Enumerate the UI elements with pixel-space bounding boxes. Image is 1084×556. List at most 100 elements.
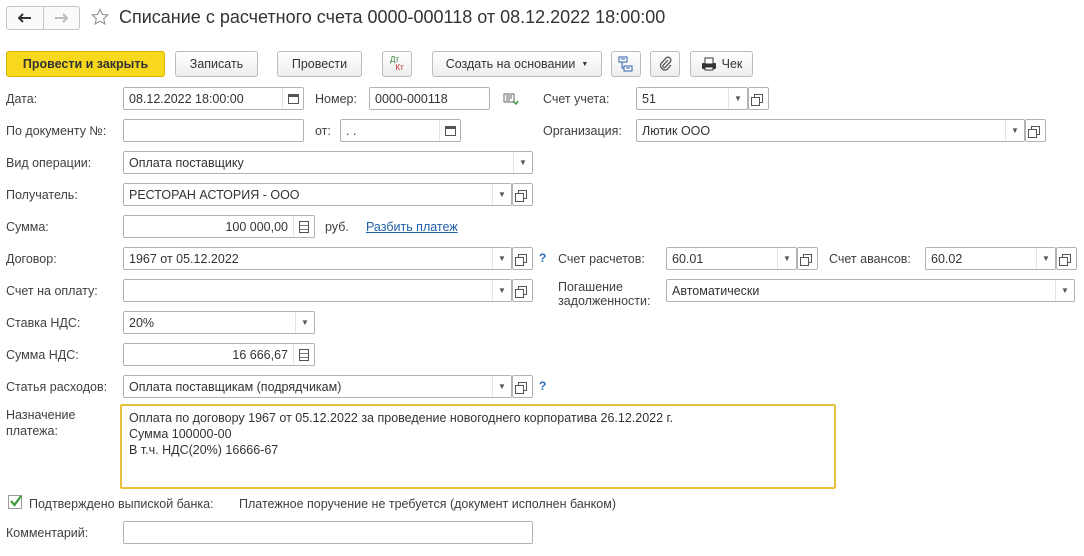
settle-field[interactable]: 60.01 ▼ xyxy=(666,247,797,270)
advance-field[interactable]: 60.02 ▼ xyxy=(925,247,1056,270)
contract-open-button[interactable] xyxy=(512,247,533,270)
post-and-close-button[interactable]: Провести и закрыть xyxy=(6,51,165,77)
number-label: Номер: xyxy=(315,92,357,106)
account-label: Счет учета: xyxy=(543,92,610,106)
dropdown-arrow-icon[interactable]: ▼ xyxy=(492,376,511,397)
star-icon[interactable] xyxy=(91,8,109,26)
sum-label: Сумма: xyxy=(6,220,49,234)
save-button[interactable]: Записать xyxy=(175,51,258,77)
vat-sum-calculator-button[interactable] xyxy=(293,344,314,365)
dropdown-arrow-icon[interactable]: ▼ xyxy=(777,248,796,269)
receipt-button[interactable]: Чек xyxy=(690,51,753,77)
post-button[interactable]: Провести xyxy=(277,51,362,77)
structure-button[interactable] xyxy=(611,51,641,77)
back-button[interactable] xyxy=(7,7,44,29)
invoice-open-button[interactable] xyxy=(512,279,533,302)
expense-help-icon[interactable]: ? xyxy=(539,379,546,393)
open-icon xyxy=(1059,254,1071,266)
repay-value: Автоматически xyxy=(672,283,760,298)
dropdown-arrow-icon[interactable]: ▼ xyxy=(295,312,314,333)
receipt-label: Чек xyxy=(721,57,743,71)
dropdown-arrow-icon[interactable]: ▼ xyxy=(1055,280,1074,301)
account-open-button[interactable] xyxy=(748,87,769,110)
date-field[interactable]: 08.12.2022 18:00:00 xyxy=(123,87,304,110)
create-based-button[interactable]: Создать на основании ▼ xyxy=(432,51,602,77)
copy-number-icon[interactable] xyxy=(503,92,519,106)
contract-field[interactable]: 1967 от 05.12.2022 ▼ xyxy=(123,247,512,270)
repay-label-line2: задолженности: xyxy=(558,294,651,308)
invoice-label: Счет на оплату: xyxy=(6,284,98,298)
org-field[interactable]: Лютик ООО ▼ xyxy=(636,119,1025,142)
org-open-button[interactable] xyxy=(1025,119,1046,142)
create-based-label: Создать на основании xyxy=(445,57,576,71)
from-calendar-button[interactable] xyxy=(439,120,460,141)
structure-icon xyxy=(618,56,633,72)
forward-button[interactable] xyxy=(44,7,80,29)
dropdown-arrow-icon[interactable]: ▼ xyxy=(728,88,747,109)
vat-sum-field[interactable]: 16 666,67 xyxy=(123,343,315,366)
date-calendar-button[interactable] xyxy=(282,88,303,109)
bydoc-label: По документу №: xyxy=(6,124,107,138)
open-icon xyxy=(515,382,527,394)
dropdown-arrow-icon[interactable]: ▼ xyxy=(513,152,532,173)
recipient-value: РЕСТОРАН АСТОРИЯ - ООО xyxy=(129,187,300,202)
expense-open-button[interactable] xyxy=(512,375,533,398)
nav-buttons xyxy=(6,6,80,30)
optype-field[interactable]: Оплата поставщику ▼ xyxy=(123,151,533,174)
dropdown-arrow-icon[interactable]: ▼ xyxy=(492,280,511,301)
dtkt-button[interactable]: Дт Кт xyxy=(382,51,412,77)
invoice-field[interactable]: ▼ xyxy=(123,279,512,302)
purpose-line-1: Оплата по договору 1967 от 05.12.2022 за… xyxy=(129,411,674,425)
calculator-icon xyxy=(299,348,309,361)
vat-rate-field[interactable]: 20% ▼ xyxy=(123,311,315,334)
comment-field[interactable] xyxy=(123,521,533,544)
open-icon xyxy=(515,190,527,202)
contract-value: 1967 от 05.12.2022 xyxy=(129,251,239,266)
recipient-open-button[interactable] xyxy=(512,183,533,206)
from-date-value: . . xyxy=(346,123,357,138)
expense-value: Оплата поставщикам (подрядчикам) xyxy=(129,379,342,394)
account-field[interactable]: 51 ▼ xyxy=(636,87,748,110)
recipient-field[interactable]: РЕСТОРАН АСТОРИЯ - ООО ▼ xyxy=(123,183,512,206)
paperclip-icon xyxy=(659,56,672,71)
vat-rate-value: 20% xyxy=(129,315,155,330)
expense-label: Статья расходов: xyxy=(6,380,108,394)
from-date-field[interactable]: . . xyxy=(340,119,461,142)
expense-field[interactable]: Оплата поставщикам (подрядчикам) ▼ xyxy=(123,375,512,398)
dropdown-arrow-icon[interactable]: ▼ xyxy=(492,184,511,205)
purpose-textarea[interactable]: Оплата по договору 1967 от 05.12.2022 за… xyxy=(120,404,836,489)
dropdown-arrow-icon[interactable]: ▼ xyxy=(1005,120,1024,141)
open-icon xyxy=(1028,126,1040,138)
sum-calculator-button[interactable] xyxy=(293,216,314,237)
advance-open-button[interactable] xyxy=(1056,247,1077,270)
settle-value: 60.01 xyxy=(672,251,704,266)
dropdown-arrow-icon[interactable]: ▼ xyxy=(1036,248,1055,269)
currency-label: руб. xyxy=(325,220,349,234)
dropdown-arrow-icon[interactable]: ▼ xyxy=(492,248,511,269)
sum-value: 100 000,00 xyxy=(225,219,288,234)
number-field[interactable]: 0000-000118 xyxy=(369,87,490,110)
page-title: Списание с расчетного счета 0000-000118 … xyxy=(119,7,666,27)
repay-label-line1: Погашение xyxy=(558,280,623,294)
attachments-button[interactable] xyxy=(650,51,680,77)
purpose-label-line1: Назначение xyxy=(6,408,76,422)
vat-rate-label: Ставка НДС: xyxy=(6,316,81,330)
purpose-line-3: В т.ч. НДС(20%) 16666-67 xyxy=(129,443,279,457)
date-value: 08.12.2022 18:00:00 xyxy=(129,91,244,106)
settle-label: Счет расчетов: xyxy=(558,252,645,266)
optype-value: Оплата поставщику xyxy=(129,155,244,170)
split-payment-link[interactable]: Разбить платеж xyxy=(366,220,458,234)
comment-label: Комментарий: xyxy=(6,526,89,540)
repay-field[interactable]: Автоматически ▼ xyxy=(666,279,1075,302)
calendar-icon xyxy=(287,93,299,104)
confirmed-checkbox[interactable] xyxy=(8,495,22,509)
purpose-line-2: Сумма 100000-00 xyxy=(129,427,232,441)
recipient-label: Получатель: xyxy=(6,188,78,202)
bydoc-field[interactable] xyxy=(123,119,304,142)
contract-help-icon[interactable]: ? xyxy=(539,251,546,265)
org-label: Организация: xyxy=(543,124,622,138)
sum-field[interactable]: 100 000,00 xyxy=(123,215,315,238)
open-icon xyxy=(515,286,527,298)
settle-open-button[interactable] xyxy=(797,247,818,270)
org-value: Лютик ООО xyxy=(642,123,711,138)
